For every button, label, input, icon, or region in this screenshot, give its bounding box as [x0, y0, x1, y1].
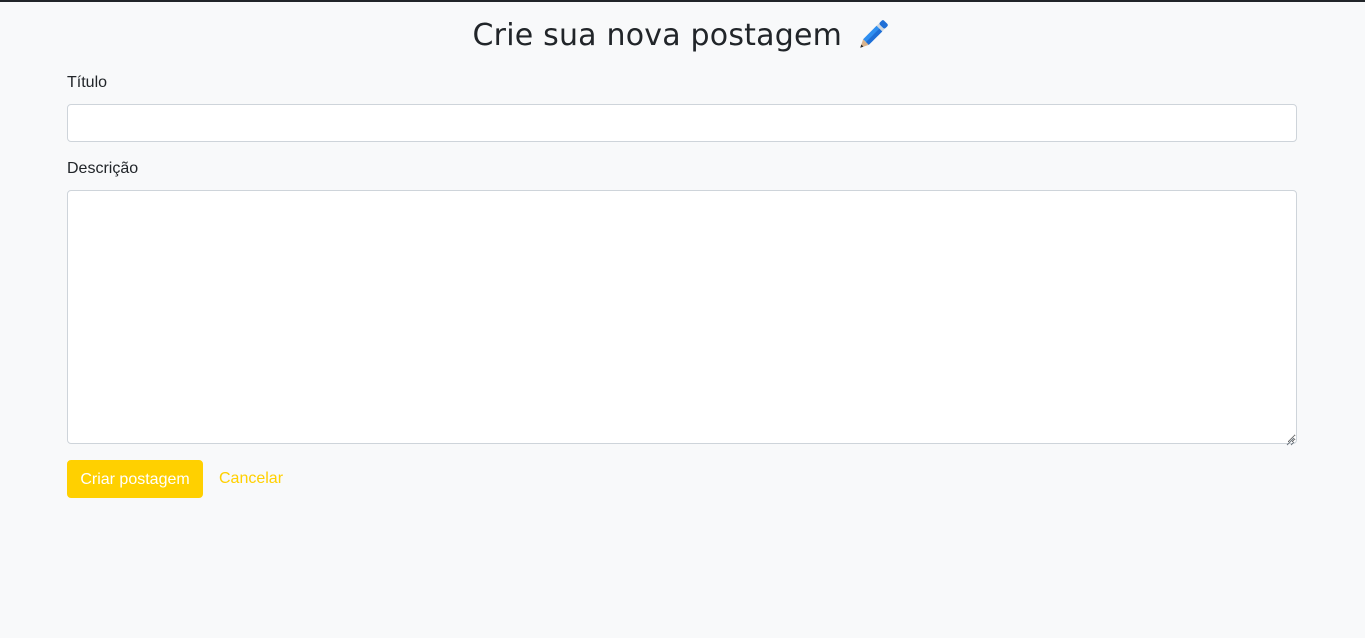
cancel-link[interactable]: Cancelar [219, 460, 283, 498]
create-post-button[interactable]: Criar postagem [67, 460, 203, 498]
new-post-page: Crie sua nova postagem Título Descrição … [0, 0, 1365, 638]
description-label: Descrição [67, 160, 139, 177]
title-label: Título [67, 74, 108, 91]
description-textarea[interactable] [67, 190, 1297, 444]
pen-icon [854, 16, 892, 54]
page-title: Crie sua nova postagem [472, 17, 843, 53]
resize-grip-icon[interactable] [1286, 433, 1295, 446]
title-row: Crie sua nova postagem [0, 16, 1365, 60]
title-input[interactable] [67, 104, 1297, 142]
